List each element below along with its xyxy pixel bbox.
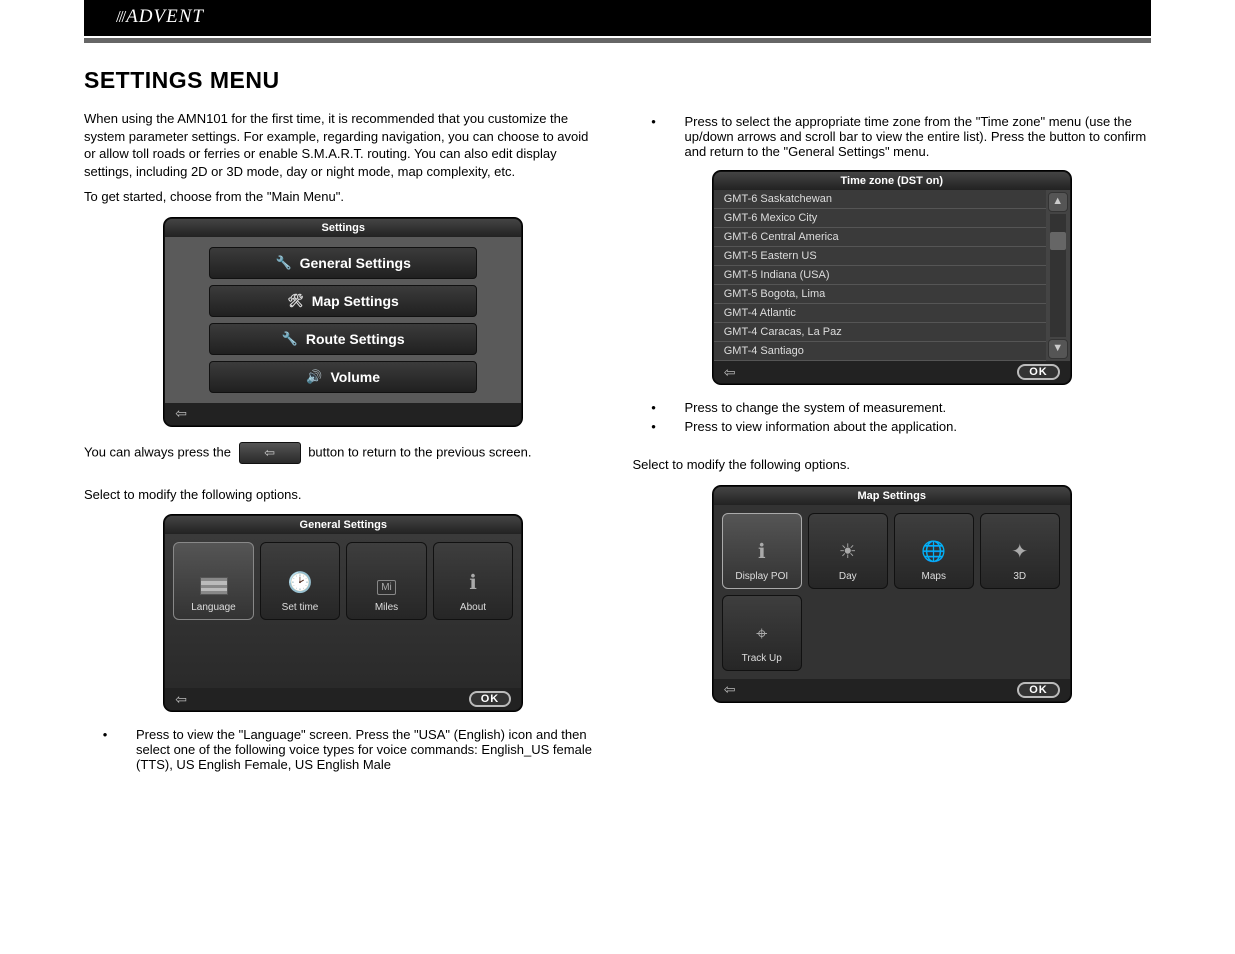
- flag-icon: [200, 577, 228, 595]
- timezone-row[interactable]: GMT-4 Santiago: [714, 342, 1046, 361]
- timezone-screen: Time zone (DST on) GMT-6 Saskatchewan GM…: [713, 171, 1071, 384]
- back-icon[interactable]: ⇦: [724, 364, 736, 381]
- clock-icon: 🕑: [288, 570, 313, 595]
- poi-icon: ℹ: [758, 539, 766, 564]
- bullet-dot: •: [651, 114, 657, 159]
- about-tile[interactable]: ℹ About: [433, 542, 514, 620]
- timezone-row[interactable]: GMT-6 Central America: [714, 228, 1046, 247]
- back-icon[interactable]: ⇦: [175, 691, 187, 708]
- timezone-row[interactable]: GMT-4 Caracas, La Paz: [714, 323, 1046, 342]
- timezone-row[interactable]: GMT-6 Mexico City: [714, 209, 1046, 228]
- timezone-bullet: Press to select the appropriate time zon…: [685, 114, 1152, 159]
- wrench-icon: 🔧: [282, 331, 298, 347]
- bullet-dot: •: [651, 419, 657, 434]
- ok-button[interactable]: OK: [1017, 364, 1060, 380]
- header-underline: [84, 38, 1151, 43]
- scroll-down-icon[interactable]: ▼: [1048, 339, 1068, 359]
- timezone-row[interactable]: GMT-6 Saskatchewan: [714, 190, 1046, 209]
- display-poi-tile[interactable]: ℹ Display POI: [722, 513, 802, 589]
- timezone-row[interactable]: GMT-5 Bogota, Lima: [714, 285, 1046, 304]
- intro-text: When using the AMN101 for the first time…: [84, 110, 603, 180]
- sign-icon: Mi: [377, 580, 396, 595]
- page-title: SETTINGS MENU: [84, 67, 1151, 94]
- route-settings-button[interactable]: 🔧 Route Settings: [209, 323, 477, 355]
- ok-button[interactable]: OK: [1017, 682, 1060, 698]
- language-bullet: Press to view the "Language" screen. Pre…: [136, 727, 603, 772]
- scrollbar[interactable]: ▲ ▼: [1046, 190, 1070, 361]
- general-settings-button[interactable]: 🔧 General Settings: [209, 247, 477, 279]
- crosshair-icon: ⌖: [756, 623, 767, 646]
- bullet-dot: •: [651, 400, 657, 415]
- back-button-text: You can always press the ⇦ button to ret…: [84, 442, 603, 464]
- settings-screen: Settings 🔧 General Settings 🛠 Map Settin…: [164, 218, 522, 426]
- settings-screen-title: Settings: [165, 219, 521, 237]
- back-icon[interactable]: ⇦: [175, 405, 187, 422]
- scroll-up-icon[interactable]: ▲: [1048, 192, 1068, 212]
- back-icon[interactable]: ⇦: [724, 681, 736, 698]
- ok-button[interactable]: OK: [469, 691, 512, 707]
- header-bar: ///ADVENT: [84, 0, 1151, 36]
- speaker-icon: 🔊: [306, 369, 322, 385]
- set-time-tile[interactable]: 🕑 Set time: [260, 542, 341, 620]
- sun-icon: ☀: [839, 539, 857, 564]
- compass-icon: ✦: [1011, 539, 1028, 564]
- wrench-icon: 🔧: [276, 255, 292, 271]
- general-settings-screen: General Settings Language 🕑 Set time: [164, 515, 522, 711]
- getting-started-text: To get started, choose from the "Main Me…: [84, 188, 603, 206]
- language-tile[interactable]: Language: [173, 542, 254, 620]
- track-up-tile[interactable]: ⌖ Track Up: [722, 595, 802, 671]
- about-bullet: Press to view information about the appl…: [685, 419, 1152, 434]
- scroll-thumb[interactable]: [1050, 232, 1066, 250]
- measurement-bullet: Press to change the system of measuremen…: [685, 400, 1152, 415]
- 3d-tile[interactable]: ✦ 3D: [980, 513, 1060, 589]
- timezone-row[interactable]: GMT-5 Eastern US: [714, 247, 1046, 266]
- map-settings-screen: Map Settings ℹ Display POI ☀ Day 🌐: [713, 486, 1071, 702]
- bullet-dot: •: [102, 727, 108, 772]
- inline-back-button: ⇦: [239, 442, 301, 464]
- info-icon: ℹ: [469, 570, 477, 595]
- timezone-row[interactable]: GMT-4 Atlantic: [714, 304, 1046, 323]
- map-settings-button[interactable]: 🛠 Map Settings: [209, 285, 477, 317]
- general-settings-heading: Select to modify the following options.: [84, 486, 603, 504]
- volume-button[interactable]: 🔊 Volume: [209, 361, 477, 393]
- miles-tile[interactable]: Mi Miles: [346, 542, 427, 620]
- map-settings-screen-title: Map Settings: [714, 487, 1070, 505]
- map-settings-heading: Select to modify the following options.: [633, 456, 1152, 474]
- general-settings-screen-title: General Settings: [165, 516, 521, 534]
- day-tile[interactable]: ☀ Day: [808, 513, 888, 589]
- brand-logo: ///ADVENT: [116, 6, 204, 28]
- maps-tile[interactable]: 🌐 Maps: [894, 513, 974, 589]
- wrench-icon: 🛠: [288, 293, 304, 309]
- timezone-row[interactable]: GMT-5 Indiana (USA): [714, 266, 1046, 285]
- globe-icon: 🌐: [921, 539, 946, 564]
- timezone-screen-title: Time zone (DST on): [714, 172, 1070, 190]
